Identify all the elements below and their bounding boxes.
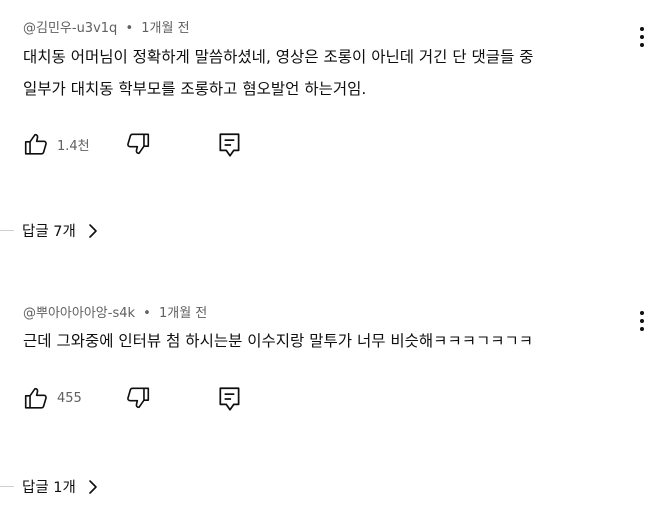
dislike-button[interactable] <box>125 385 151 411</box>
thumbs-down-icon <box>127 133 150 155</box>
reply-button[interactable] <box>217 385 243 413</box>
reply-thread-line <box>0 230 14 231</box>
comment-icon <box>219 133 240 157</box>
like-button[interactable]: 455 <box>23 385 82 411</box>
comment-item: @뿌아아아아앙-s4k • 1개월 전 근데 그와중에 인터뷰 첨 하시는분 이… <box>0 290 662 515</box>
comment-menu-button[interactable] <box>630 23 654 51</box>
comment-author[interactable]: @뿌아아아아앙-s4k <box>23 306 135 321</box>
chevron-right-icon <box>89 223 97 238</box>
like-count: 455 <box>57 390 82 406</box>
more-vertical-icon <box>640 311 644 331</box>
replies-toggle[interactable]: 답글 7개 <box>0 220 98 241</box>
comment-text-line: 대치동 어머님이 정확하게 말씀하셨네, 영상은 조롱이 아닌데 거긴 단 댓글… <box>23 48 534 66</box>
comment-text: 근데 그와중에 인터뷰 첨 하시는분 이수지랑 말투가 너무 비슷해ㅋㅋㅋㄱㅋㄱ… <box>23 325 623 357</box>
like-count: 1.4천 <box>57 138 90 154</box>
comment-text: 대치동 어머님이 정확하게 말씀하셨네, 영상은 조롱이 아닌데 거긴 단 댓글… <box>23 41 623 105</box>
comment-menu-button[interactable] <box>630 307 654 335</box>
meta-separator: • <box>143 306 151 321</box>
comment-text-line: 일부가 대치동 학부모를 조롱하고 혐오발언 하는거임. <box>23 80 367 98</box>
reply-thread-line <box>0 486 14 487</box>
more-vertical-icon <box>640 27 644 47</box>
reply-button[interactable] <box>217 131 243 159</box>
comment-text-line: 근데 그와중에 인터뷰 첨 하시는분 이수지랑 말투가 너무 비슷해ㅋㅋㅋㄱㅋㄱ… <box>23 332 533 350</box>
comment-meta: @뿌아아아아앙-s4k • 1개월 전 <box>23 302 207 321</box>
meta-separator: • <box>125 21 134 36</box>
dislike-button[interactable] <box>125 131 151 157</box>
replies-label: 답글 7개 <box>22 224 76 240</box>
comment-item: @김민우-u3v1q • 1개월 전 대치동 어머님이 정확하게 말씀하셨네, … <box>0 0 662 258</box>
thumbs-up-icon <box>24 387 47 409</box>
replies-label: 답글 1개 <box>22 480 76 496</box>
comment-icon <box>219 387 240 411</box>
replies-toggle[interactable]: 답글 1개 <box>0 476 98 497</box>
comment-author[interactable]: @김민우-u3v1q <box>23 21 117 36</box>
like-button[interactable]: 1.4천 <box>23 131 90 157</box>
thumbs-up-icon <box>24 133 47 155</box>
comment-meta: @김민우-u3v1q • 1개월 전 <box>23 17 190 36</box>
comment-time[interactable]: 1개월 전 <box>141 21 189 36</box>
thumbs-down-icon <box>127 387 150 409</box>
comment-time[interactable]: 1개월 전 <box>159 306 207 321</box>
chevron-right-icon <box>89 479 97 494</box>
